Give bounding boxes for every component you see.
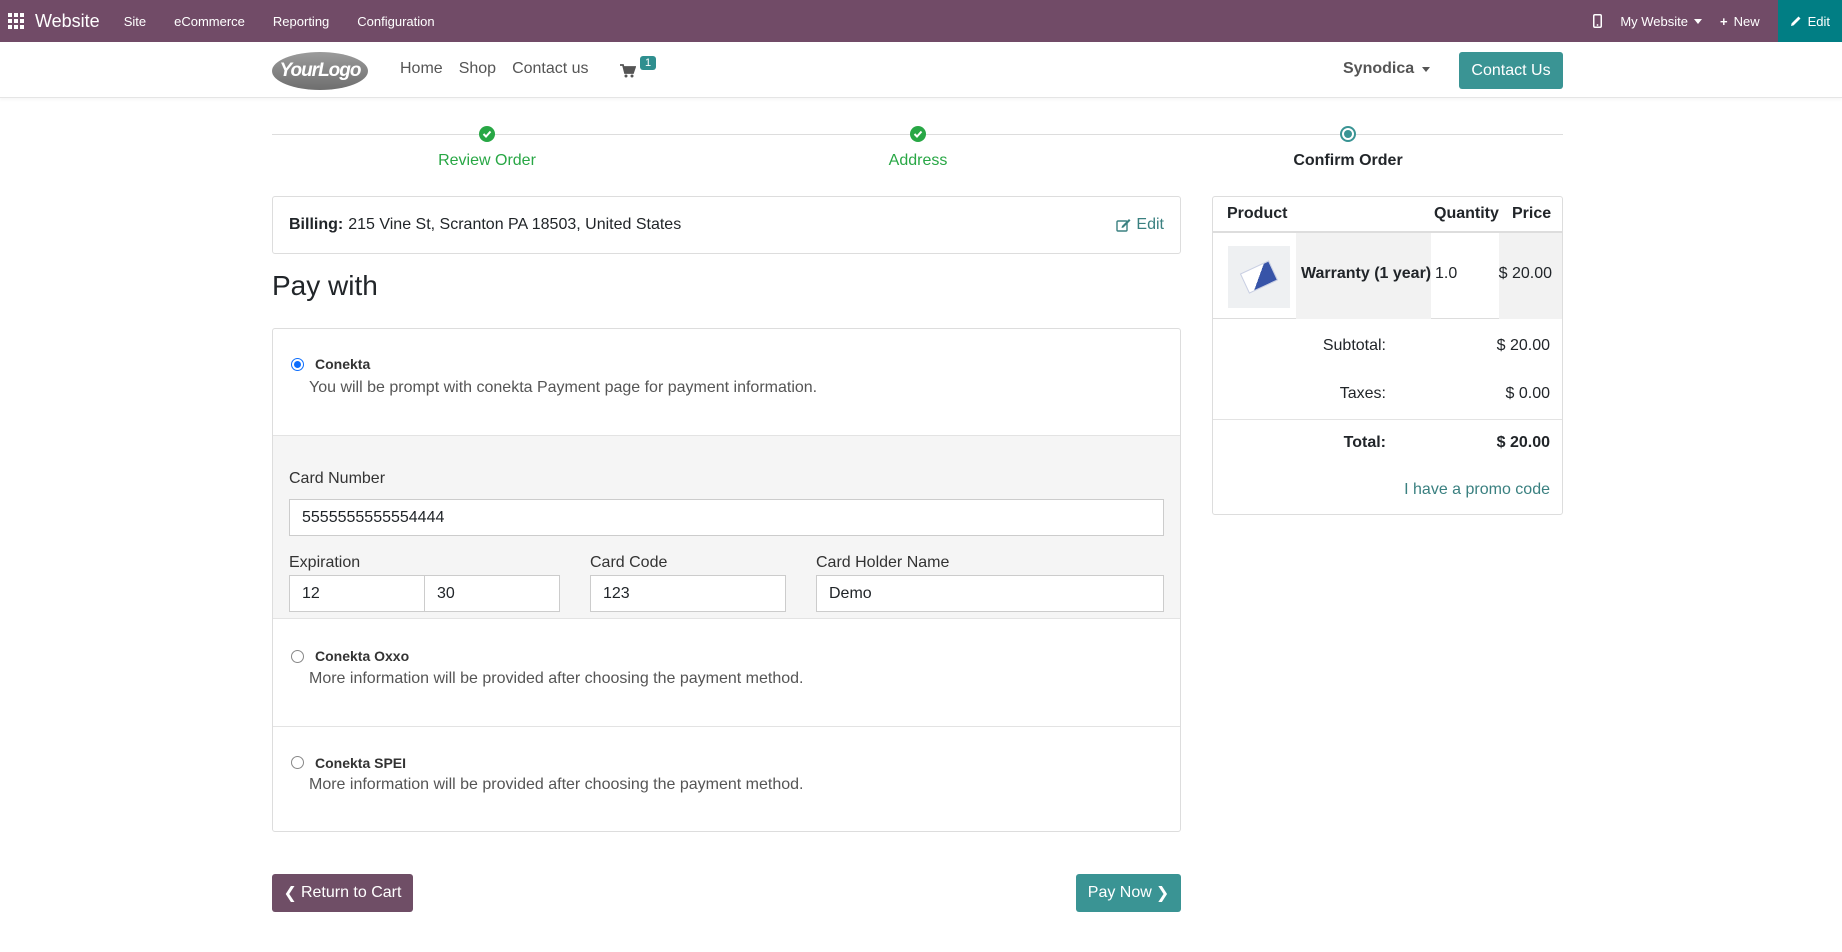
acquirer-conekta-oxxo[interactable]: Conekta Oxxo More information will be pr… xyxy=(273,620,1180,726)
taxes-value: $ 0.00 xyxy=(1505,385,1550,402)
product-name: Warranty (1 year) xyxy=(1301,265,1432,282)
return-label: Return to Cart xyxy=(300,884,402,901)
exp-month-input[interactable]: 12 xyxy=(289,575,425,612)
logo-text: YourLogo xyxy=(279,60,362,81)
menu-ecommerce[interactable]: eCommerce xyxy=(174,14,245,29)
step-confirm-order: Confirm Order xyxy=(1248,126,1448,170)
new-button[interactable]: + New xyxy=(1720,14,1760,29)
cart-count-badge: 1 xyxy=(640,56,657,70)
acquirer-name: Conekta xyxy=(315,356,371,372)
chevron-left-icon: ❮ xyxy=(283,885,297,902)
expiration-label: Expiration xyxy=(289,554,361,571)
billing-label: Billing: xyxy=(289,216,344,233)
chevron-down-icon xyxy=(1693,18,1702,24)
check-circle-icon xyxy=(910,126,926,142)
checkout-progress: Review Order Address Confirm Order xyxy=(272,124,1563,184)
website-header: YourLogo Home Shop Contact us 1 Synodica… xyxy=(0,42,1842,98)
nav-home[interactable]: Home xyxy=(400,60,443,78)
user-name: Synodica xyxy=(1343,60,1415,77)
chevron-right-icon: ❯ xyxy=(1155,885,1170,902)
summary-header: Product Quantity Price xyxy=(1213,197,1562,233)
pencil-icon xyxy=(1790,16,1801,26)
acquirer-description: More information will be provided after … xyxy=(309,670,804,687)
acquirer-description: You will be prompt with conekta Payment … xyxy=(309,379,818,396)
pay-now-button[interactable]: Pay Now ❯ xyxy=(1076,874,1181,912)
product-image xyxy=(1228,246,1290,308)
admin-navbar: Website Site eCommerce Reporting Configu… xyxy=(0,0,1842,42)
edit-billing-link[interactable]: Edit xyxy=(1116,216,1164,234)
taxes-label: Taxes: xyxy=(1339,385,1386,402)
mobile-icon xyxy=(1593,14,1603,28)
app-brand[interactable]: Website xyxy=(35,11,100,32)
site-logo[interactable]: YourLogo xyxy=(272,52,368,90)
website-selector[interactable]: My Website xyxy=(1620,14,1702,29)
total-value: $ 20.00 xyxy=(1496,434,1550,451)
card-holder-label: Card Holder Name xyxy=(816,554,950,571)
billing-card: Billing: 215 Vine St, Scranton PA 18503,… xyxy=(272,196,1181,254)
order-line: Warranty (1 year) 1.0 $ 20.00 xyxy=(1213,233,1562,319)
cart-link[interactable]: 1 xyxy=(620,56,660,82)
website-selector-label: My Website xyxy=(1620,13,1688,29)
step-label: Review Order xyxy=(438,152,536,169)
exp-year-input[interactable]: 30 xyxy=(424,575,560,612)
contact-us-button[interactable]: Contact Us xyxy=(1459,52,1563,89)
billing-address: 215 Vine St, Scranton PA 18503, United S… xyxy=(348,216,682,233)
pay-with-heading: Pay with xyxy=(272,270,378,301)
pay-label: Pay Now xyxy=(1087,884,1152,901)
acquirer-radio-spei[interactable] xyxy=(291,756,304,769)
payment-acquirers-card: Conekta You will be prompt with conekta … xyxy=(272,328,1181,832)
acquirer-name: Conekta SPEI xyxy=(315,755,407,771)
order-summary: Product Quantity Price Warranty (1 year)… xyxy=(1212,196,1563,515)
check-circle-icon xyxy=(479,126,495,142)
acquirer-radio-oxxo[interactable] xyxy=(291,650,304,663)
step-address[interactable]: Address xyxy=(818,126,1018,170)
acquirer-name: Conekta Oxxo xyxy=(315,648,410,664)
shopping-cart-icon xyxy=(620,64,636,78)
edit-icon xyxy=(1116,219,1131,232)
current-step-icon xyxy=(1340,126,1356,142)
total-divider xyxy=(1213,419,1562,420)
col-quantity: Quantity xyxy=(1434,205,1499,222)
menu-reporting[interactable]: Reporting xyxy=(273,14,329,29)
product-price: $ 20.00 xyxy=(1498,265,1552,282)
plus-icon: + xyxy=(1719,13,1728,29)
card-holder-input[interactable]: Demo xyxy=(816,575,1164,612)
col-product: Product xyxy=(1227,205,1288,222)
user-menu[interactable]: Synodica xyxy=(1343,60,1431,78)
acquirer-radio-conekta[interactable] xyxy=(291,358,304,371)
return-to-cart-button[interactable]: ❮ Return to Cart xyxy=(272,874,413,912)
apps-menu-icon[interactable] xyxy=(3,0,29,42)
subtotal-label: Subtotal: xyxy=(1322,337,1386,354)
promo-code-link[interactable]: I have a promo code xyxy=(1404,481,1550,499)
new-label: New xyxy=(1733,13,1760,29)
step-label: Confirm Order xyxy=(1293,152,1403,169)
col-price: Price xyxy=(1512,205,1552,222)
menu-site[interactable]: Site xyxy=(124,14,146,29)
card-form: Card Number 5555555555554444 Expiration … xyxy=(273,435,1180,619)
edit-label: Edit xyxy=(1807,13,1830,29)
edit-label: Edit xyxy=(1136,216,1164,233)
acquirer-description: More information will be provided after … xyxy=(309,776,804,793)
mobile-preview-button[interactable] xyxy=(1593,14,1603,28)
step-label: Address xyxy=(888,152,948,169)
edit-button[interactable]: Edit xyxy=(1777,0,1842,42)
menu-configuration[interactable]: Configuration xyxy=(357,14,434,29)
nav-contact-us[interactable]: Contact us xyxy=(512,60,588,78)
chevron-down-icon xyxy=(1422,66,1431,72)
acquirer-conekta[interactable]: Conekta You will be prompt with conekta … xyxy=(273,329,1180,435)
card-code-input[interactable]: 123 xyxy=(590,575,786,612)
subtotal-value: $ 20.00 xyxy=(1496,337,1550,354)
product-quantity: 1.0 xyxy=(1435,265,1458,282)
card-number-input[interactable]: 5555555555554444 xyxy=(289,499,1164,536)
acquirer-conekta-spei[interactable]: Conekta SPEI More information will be pr… xyxy=(273,727,1180,831)
card-number-label: Card Number xyxy=(289,470,386,487)
nav-shop[interactable]: Shop xyxy=(459,60,496,78)
step-review-order[interactable]: Review Order xyxy=(387,126,587,170)
main-nav: Home Shop Contact us xyxy=(400,60,589,78)
total-label: Total: xyxy=(1343,434,1386,451)
card-code-label: Card Code xyxy=(590,554,668,571)
